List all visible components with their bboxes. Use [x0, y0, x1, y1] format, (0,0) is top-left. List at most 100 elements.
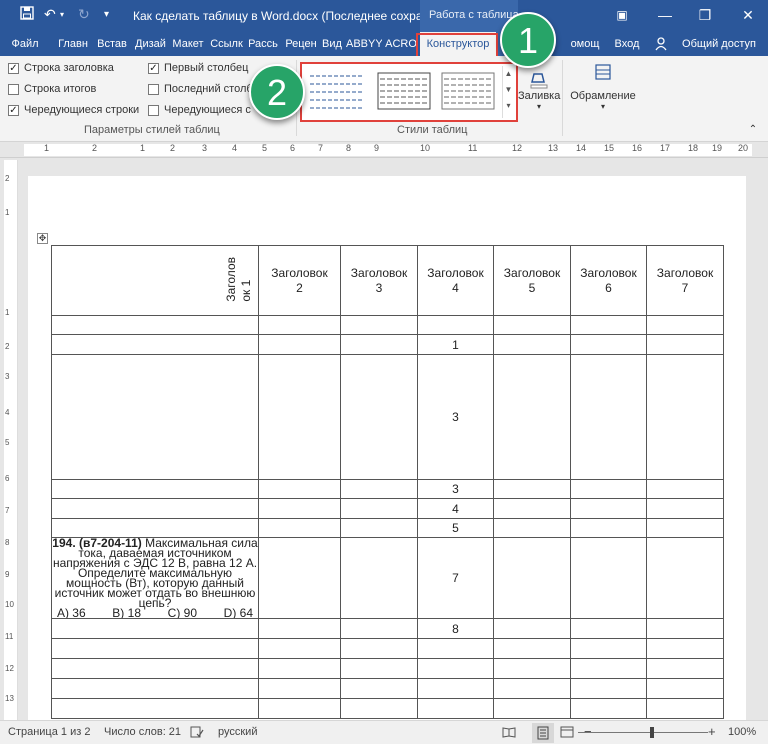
table-cell[interactable] — [646, 354, 724, 480]
collapse-ribbon-icon[interactable]: ⌃ — [746, 124, 760, 135]
save-icon[interactable] — [20, 6, 34, 23]
table-cell[interactable] — [51, 698, 259, 719]
gallery-scroll[interactable]: ▲ ▼ ▾ — [502, 66, 514, 118]
tab-abbyy[interactable]: ABBYY — [346, 32, 382, 56]
minimize-button[interactable]: — — [650, 4, 680, 26]
table-cell[interactable] — [417, 678, 494, 699]
table-cell[interactable] — [258, 618, 341, 639]
tab-file[interactable]: Файл — [6, 32, 44, 56]
redo-icon[interactable]: ↻ — [78, 6, 90, 23]
table-cell[interactable] — [258, 678, 341, 699]
table-cell[interactable] — [493, 479, 571, 499]
table-cell[interactable] — [570, 315, 647, 335]
table-cell[interactable] — [340, 498, 418, 519]
tab-mailings[interactable]: Рассь — [246, 32, 280, 56]
table-cell[interactable] — [493, 678, 571, 699]
read-mode-icon[interactable] — [502, 726, 516, 741]
table-cell[interactable] — [493, 498, 571, 519]
table-cell[interactable] — [493, 315, 571, 335]
table-cell[interactable] — [646, 334, 724, 355]
table-cell[interactable] — [646, 658, 724, 679]
table-cell[interactable] — [646, 498, 724, 519]
table-cell[interactable] — [417, 698, 494, 719]
tab-view[interactable]: Вид — [320, 32, 344, 56]
table-cell[interactable] — [51, 678, 259, 699]
table-cell[interactable] — [340, 518, 418, 538]
table-cell[interactable] — [258, 698, 341, 719]
more-styles-icon[interactable]: ▾ — [503, 98, 514, 114]
ribbon-display-options-icon[interactable]: ▣ — [607, 4, 637, 26]
tab-design[interactable]: Дизай — [133, 32, 168, 56]
table-cell[interactable] — [340, 678, 418, 699]
language-label[interactable]: русский — [218, 726, 257, 738]
proofing-icon[interactable] — [190, 726, 204, 741]
table-cell[interactable] — [340, 537, 418, 619]
table-cell[interactable] — [258, 658, 341, 679]
share-button[interactable]: Общий доступ — [650, 32, 768, 56]
page-count[interactable]: Страница 1 из 2 — [8, 726, 90, 738]
tab-acrobat[interactable]: ACRO — [384, 32, 418, 56]
table-cell[interactable] — [570, 354, 647, 480]
shading-button[interactable]: Заливка ▾ — [518, 70, 560, 111]
table-cell[interactable] — [646, 698, 724, 719]
table-cell[interactable] — [493, 618, 571, 639]
table-cell[interactable] — [340, 315, 418, 335]
table-cell[interactable] — [340, 658, 418, 679]
table-cell[interactable] — [570, 698, 647, 719]
zoom-level[interactable]: 100% — [728, 726, 756, 738]
table-cell[interactable] — [646, 315, 724, 335]
banded-columns-checkbox[interactable]: Чередующиеся с — [148, 104, 251, 116]
tab-references[interactable]: Ссылк — [208, 32, 245, 56]
table-cell[interactable] — [51, 518, 259, 538]
vertical-ruler[interactable]: 2 1 1 2 3 4 5 6 7 8 9 10 11 12 13 — [4, 160, 18, 720]
table-cell-header[interactable]: Заголовок 6 — [570, 245, 647, 316]
table-cell[interactable] — [51, 618, 259, 639]
table-cell[interactable] — [258, 537, 341, 619]
table-cell[interactable] — [570, 537, 647, 619]
table-cell[interactable]: 1 — [417, 334, 494, 355]
table-cell[interactable] — [646, 638, 724, 659]
table-cell[interactable] — [258, 498, 341, 519]
table-cell[interactable] — [570, 658, 647, 679]
table-cell[interactable] — [646, 537, 724, 619]
table-cell-header[interactable]: Заголовок 3 — [340, 245, 418, 316]
table-cell[interactable]: 4 — [417, 498, 494, 519]
table-cell[interactable] — [646, 479, 724, 499]
word-count[interactable]: Число слов: 21 — [104, 726, 181, 738]
table-cell-header[interactable]: Заголовок 5 — [493, 245, 571, 316]
tab-home[interactable]: Главн — [55, 32, 91, 56]
scroll-up-icon[interactable]: ▲ — [503, 66, 514, 82]
zoom-slider-thumb[interactable] — [650, 727, 654, 738]
scroll-down-icon[interactable]: ▼ — [503, 82, 514, 98]
table-cell[interactable] — [258, 518, 341, 538]
table-cell[interactable] — [493, 698, 571, 719]
zoom-in-button[interactable]: + — [708, 724, 716, 739]
total-row-checkbox[interactable]: Строка итогов — [8, 83, 96, 95]
table-cell[interactable] — [417, 638, 494, 659]
table-cell[interactable] — [340, 638, 418, 659]
table-cell[interactable] — [493, 658, 571, 679]
web-layout-icon[interactable] — [560, 726, 574, 741]
table-cell[interactable] — [493, 334, 571, 355]
table-cell[interactable] — [646, 678, 724, 699]
table-style-plain[interactable] — [308, 70, 364, 112]
table-cell[interactable] — [570, 498, 647, 519]
table-cell[interactable] — [570, 479, 647, 499]
banded-rows-checkbox[interactable]: ✓ Чередующиеся строки — [8, 104, 139, 116]
table-move-handle-icon[interactable]: ✥ — [37, 233, 48, 244]
table-cell[interactable] — [417, 315, 494, 335]
question-cell[interactable]: 194. (в7-204-11) Максимальная сила тока,… — [51, 537, 259, 619]
table-cell-header[interactable]: Заголов ок 1 — [51, 245, 259, 316]
tab-review[interactable]: Рецен — [283, 32, 319, 56]
last-column-checkbox[interactable]: Последний столб — [148, 83, 253, 95]
table-cell[interactable] — [258, 479, 341, 499]
header-row-checkbox[interactable]: ✓ Строка заголовка — [8, 62, 114, 74]
borders-button[interactable]: Обрамление ▾ — [568, 62, 638, 111]
table-cell-header[interactable]: Заголовок 4 — [417, 245, 494, 316]
table-cell[interactable] — [51, 354, 259, 480]
table-style-grid[interactable] — [376, 70, 432, 112]
table-cell[interactable] — [493, 518, 571, 538]
table-cell[interactable] — [646, 618, 724, 639]
undo-icon[interactable]: ↶ — [44, 6, 56, 23]
table-cell[interactable] — [340, 479, 418, 499]
